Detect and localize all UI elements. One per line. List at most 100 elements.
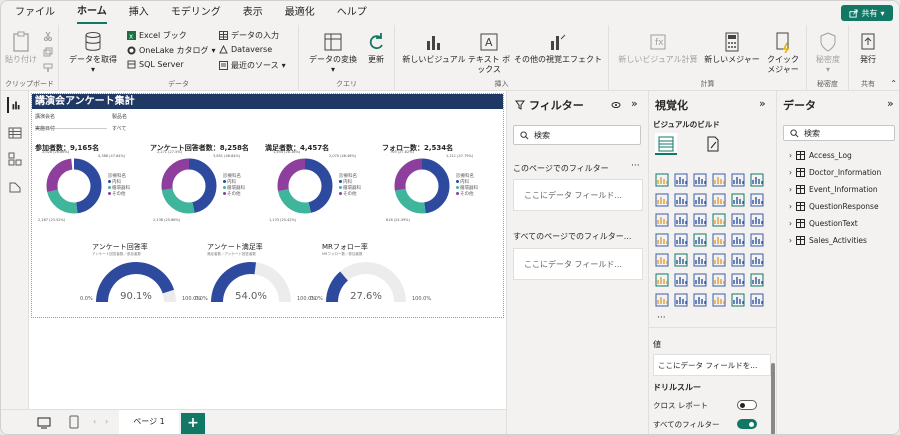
menu-optimize[interactable]: 最適化 (285, 1, 315, 25)
donut-visual-icon[interactable] (731, 213, 745, 227)
funnel-visual-icon[interactable] (674, 213, 688, 227)
copy-icon[interactable] (43, 47, 53, 57)
get-data-button[interactable]: データを取得 ▾ (65, 31, 121, 75)
legend-item[interactable]: その他 (108, 192, 130, 198)
arcgis-visual-icon[interactable] (712, 233, 726, 247)
menu-insert[interactable]: 挿入 (129, 1, 149, 25)
chevron-right-icon[interactable]: › (789, 185, 792, 194)
narrative-visual-icon[interactable] (731, 273, 745, 287)
key-influencers-visual-icon[interactable] (674, 273, 688, 287)
gauge-chart-1[interactable]: 90.1% (94, 258, 178, 304)
stacked-column-visual-icon[interactable] (674, 173, 688, 187)
donut-chart-3[interactable] (275, 156, 335, 216)
donut-chart-1[interactable] (44, 156, 104, 216)
legend-item[interactable]: その他 (339, 192, 361, 198)
slicer-date[interactable]: 実施日付 (35, 125, 115, 137)
page-tab-1[interactable]: ページ 1 (119, 410, 179, 434)
values-field-drop[interactable]: ここにデータ フィールドを... (653, 354, 771, 376)
treemap-visual-icon[interactable] (750, 213, 764, 227)
data-table-item[interactable]: › QuestionResponse (789, 202, 879, 211)
menu-home[interactable]: ホーム (77, 2, 107, 24)
gauge-chart-2[interactable]: 54.0% (209, 258, 293, 304)
stacked-bar-visual-icon[interactable] (655, 173, 669, 187)
viz-scrollbar[interactable] (771, 363, 775, 434)
chevron-right-icon[interactable]: › (789, 236, 792, 245)
dataverse-button[interactable]: Dataverse (219, 45, 272, 54)
more-a-visual-icon[interactable] (712, 293, 726, 307)
matrix-visual-icon[interactable] (731, 253, 745, 267)
cut-icon[interactable] (43, 31, 53, 41)
add-page-button[interactable]: + (181, 413, 205, 434)
new-visual-calc-button[interactable]: fx 新しいビジュアル計算 (613, 31, 703, 65)
excel-button[interactable]: x Excel ブック (127, 30, 187, 41)
clustered-column-visual-icon[interactable] (712, 173, 726, 187)
data-table-item[interactable]: › QuestionText (789, 219, 858, 228)
gauge-chart-3[interactable]: 27.6% (324, 258, 408, 304)
data-table-item[interactable]: › Access_Log (789, 151, 852, 160)
legend-item[interactable]: その他 (223, 192, 245, 198)
paginated-visual-icon[interactable] (750, 273, 764, 287)
chevron-right-icon[interactable]: › (789, 151, 792, 160)
menu-help[interactable]: ヘルプ (337, 1, 367, 25)
collapse-data-icon[interactable]: » (887, 97, 894, 110)
refresh-button[interactable]: 更新 (363, 31, 389, 65)
menu-file[interactable]: ファイル (15, 1, 55, 25)
scatter-visual-icon[interactable] (693, 213, 707, 227)
transform-data-button[interactable]: データの変換 ▾ (303, 31, 363, 75)
collapse-viz-icon[interactable]: » (759, 97, 766, 110)
report-canvas[interactable]: 講演会アンケート集計 講演会名 実施日付 製品名 すべて 参加者数：9,165名… (29, 91, 506, 409)
line-visual-icon[interactable] (655, 193, 669, 207)
area-visual-icon[interactable] (674, 193, 688, 207)
publish-button[interactable]: 発行 (851, 31, 885, 65)
data-search-input[interactable]: 検索 (783, 125, 895, 141)
gauge-visual-icon[interactable] (731, 233, 745, 247)
more-options-icon[interactable]: ··· (631, 161, 640, 171)
recent-sources-button[interactable]: 最近のソース ▾ (219, 60, 286, 71)
pie-visual-icon[interactable] (712, 213, 726, 227)
qna-visual-icon[interactable] (712, 273, 726, 287)
collapse-pane-icon[interactable]: » (631, 97, 638, 110)
more-c-visual-icon[interactable] (750, 293, 764, 307)
donut-chart-2[interactable] (159, 156, 219, 216)
donut-chart-4[interactable] (392, 156, 452, 216)
keep-all-filters-toggle[interactable] (737, 419, 757, 429)
new-visual-button[interactable]: 新しいビジュアル (399, 31, 469, 65)
card-visual-icon[interactable] (750, 233, 764, 247)
line-column-visual-icon[interactable] (712, 193, 726, 207)
chevron-right-icon[interactable]: › (789, 202, 792, 211)
table-visual-icon[interactable] (712, 253, 726, 267)
model-view-icon[interactable] (7, 151, 23, 167)
filled-map-visual-icon[interactable] (674, 233, 688, 247)
filter-search-input[interactable]: 検索 (513, 125, 641, 145)
chevron-right-icon[interactable]: › (789, 168, 792, 177)
paste-button[interactable]: 貼り付け (3, 31, 39, 65)
waterfall-visual-icon[interactable] (655, 213, 669, 227)
dax-query-view-icon[interactable] (7, 179, 23, 195)
cross-report-toggle[interactable] (737, 400, 757, 410)
quick-measure-button[interactable]: クイック メジャー (763, 31, 803, 75)
textbox-button[interactable]: A テキスト ボックス (467, 31, 511, 75)
data-table-item[interactable]: › Sales_Activities (789, 236, 867, 245)
all-pages-filter-drop[interactable]: ここにデータ フィールド... (513, 248, 643, 280)
chevron-up-icon[interactable]: ⌃ (890, 79, 897, 88)
data-table-item[interactable]: › Doctor_Information (789, 168, 881, 177)
sensitivity-button[interactable]: 秘密度 ▾ (809, 31, 847, 75)
stacked-area-visual-icon[interactable] (693, 193, 707, 207)
build-visual-tab[interactable] (655, 133, 677, 155)
slicer-visual-icon[interactable] (693, 253, 707, 267)
clustered-bar-visual-icon[interactable] (693, 173, 707, 187)
mobile-layout-icon[interactable] (69, 415, 79, 429)
power-apps-visual-icon[interactable] (655, 293, 669, 307)
menu-modeling[interactable]: モデリング (171, 1, 221, 25)
chevron-left-icon[interactable]: ‹ (93, 417, 96, 426)
legend-item[interactable]: その他 (456, 192, 478, 198)
100-column-visual-icon[interactable] (750, 173, 764, 187)
onelake-button[interactable]: OneLake カタログ ▾ (127, 45, 215, 56)
chevron-right-icon[interactable]: › (105, 417, 108, 426)
r-script-visual-icon[interactable] (750, 253, 764, 267)
kpi-visual-icon[interactable] (674, 253, 688, 267)
100-bar-visual-icon[interactable] (731, 173, 745, 187)
share-button[interactable]: 共有 ▾ (841, 5, 893, 21)
map-visual-icon[interactable] (655, 233, 669, 247)
ribbon-visual-icon[interactable] (750, 193, 764, 207)
